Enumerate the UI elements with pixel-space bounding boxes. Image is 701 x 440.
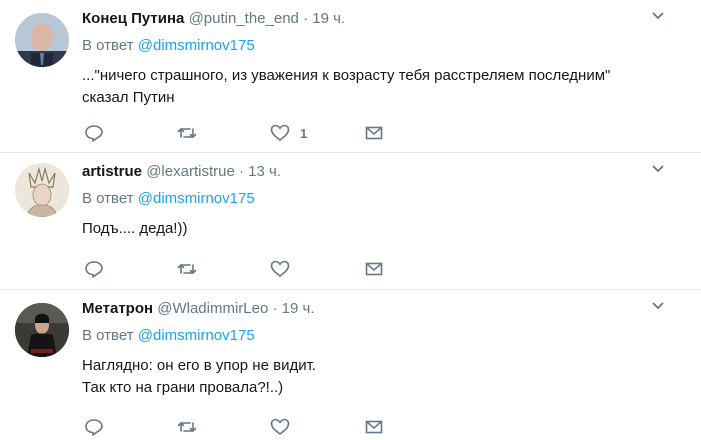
reply-prefix: В ответ: [82, 190, 134, 207]
tweet-text-line: сказал Путин: [82, 89, 175, 106]
avatar[interactable]: [15, 163, 69, 217]
reply-icon: [85, 261, 103, 278]
author-handle[interactable]: @lexartistrue: [146, 163, 235, 180]
reply-context: В ответ @dimsmirnov175: [82, 327, 255, 344]
retweet-button[interactable]: [177, 122, 197, 144]
reply-button[interactable]: [84, 122, 104, 144]
chevron-down-icon[interactable]: [651, 299, 665, 313]
action-bar: [82, 416, 402, 438]
reply-prefix: В ответ: [82, 37, 134, 54]
retweet-icon: [177, 128, 197, 138]
heart-icon: [270, 124, 290, 141]
author-name[interactable]: Метатрон: [82, 300, 153, 317]
retweet-button[interactable]: [177, 258, 197, 280]
tweet-text: ..."ничего страшного, из уважения к возр…: [82, 65, 610, 109]
retweet-button[interactable]: [177, 416, 197, 438]
reply-mention-link[interactable]: @dimsmirnov175: [138, 327, 255, 344]
timestamp[interactable]: 13 ч.: [248, 163, 281, 180]
tweet-text: Наглядно: он его в упор не видит. Так кт…: [82, 355, 316, 399]
retweet-icon: [177, 264, 197, 274]
tweet[interactable]: Конец Путина @putin_the_end · 19 ч. В от…: [0, 0, 701, 153]
envelope-icon: [365, 262, 383, 276]
like-button[interactable]: 1: [270, 122, 307, 144]
retweet-icon: [177, 422, 197, 432]
chevron-down-icon[interactable]: [651, 9, 665, 23]
tweet-text-line: Так кто на грани провала?!..): [82, 379, 284, 396]
author-handle[interactable]: @WladimmirLeo: [157, 300, 268, 317]
tweet[interactable]: Метатрон @WladimmirLeo · 19 ч. В ответ @…: [0, 290, 701, 440]
separator-dot: ·: [272, 300, 278, 317]
action-bar: [82, 258, 402, 280]
tweet-text-line: Наглядно: он его в упор не видит.: [82, 357, 316, 374]
tweet-text-line: Подъ.... деда!)): [82, 220, 188, 237]
like-button[interactable]: [270, 258, 290, 280]
reply-context: В ответ @dimsmirnov175: [82, 37, 255, 54]
reply-icon: [85, 125, 103, 142]
avatar[interactable]: [15, 13, 69, 67]
reply-mention-link[interactable]: @dimsmirnov175: [138, 190, 255, 207]
reply-button[interactable]: [84, 416, 104, 438]
like-button[interactable]: [270, 416, 290, 438]
envelope-icon: [365, 420, 383, 434]
reply-icon: [85, 419, 103, 436]
avatar[interactable]: [15, 303, 69, 357]
dm-button[interactable]: [364, 122, 384, 144]
separator-dot: ·: [303, 10, 309, 27]
separator-dot: ·: [238, 163, 244, 180]
tweet-text: Подъ.... деда!)): [82, 218, 187, 240]
heart-icon: [270, 418, 290, 435]
like-count: 1: [300, 125, 308, 141]
action-bar: 1: [82, 122, 402, 144]
chevron-down-icon[interactable]: [651, 162, 665, 176]
reply-prefix: В ответ: [82, 327, 134, 344]
reply-context: В ответ @dimsmirnov175: [82, 190, 255, 207]
timestamp[interactable]: 19 ч.: [282, 300, 315, 317]
tweet[interactable]: artistrue @lexartistrue · 13 ч. В ответ …: [0, 153, 701, 290]
heart-icon: [270, 260, 290, 277]
author-name[interactable]: artistrue: [82, 163, 142, 180]
author-name[interactable]: Конец Путина: [82, 10, 184, 27]
reply-mention-link[interactable]: @dimsmirnov175: [138, 37, 255, 54]
dm-button[interactable]: [364, 258, 384, 280]
dm-button[interactable]: [364, 416, 384, 438]
timestamp[interactable]: 19 ч.: [312, 10, 345, 27]
tweet-text-line: ..."ничего страшного, из уважения к возр…: [82, 67, 611, 84]
author-handle[interactable]: @putin_the_end: [189, 10, 299, 27]
envelope-icon: [365, 126, 383, 140]
reply-button[interactable]: [84, 258, 104, 280]
